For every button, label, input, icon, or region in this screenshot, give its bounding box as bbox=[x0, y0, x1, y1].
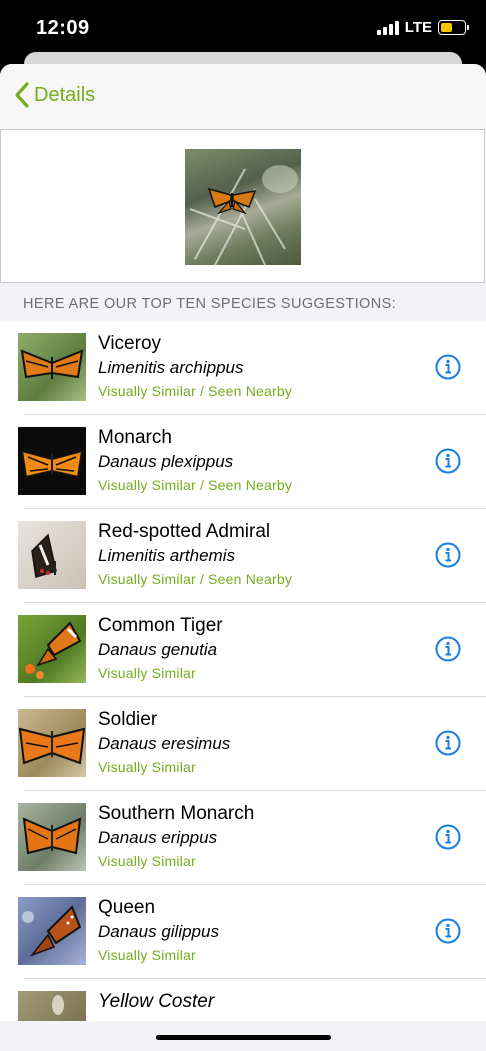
match-reason: Visually Similar bbox=[98, 665, 196, 681]
match-reason: Visually Similar bbox=[98, 947, 196, 963]
observation-photo-container bbox=[0, 129, 485, 283]
status-time: 12:09 bbox=[36, 17, 90, 39]
info-icon[interactable] bbox=[435, 354, 461, 380]
common-name: Viceroy bbox=[98, 333, 162, 354]
species-thumbnail bbox=[18, 803, 86, 871]
species-thumbnail bbox=[18, 615, 86, 683]
info-icon[interactable] bbox=[435, 542, 461, 568]
butterfly-icon bbox=[22, 905, 82, 957]
scientific-name: Danaus gilippus bbox=[98, 922, 219, 941]
network-label: LTE bbox=[404, 19, 432, 36]
section-header: HERE ARE OUR TOP TEN SPECIES SUGGESTIONS… bbox=[23, 296, 397, 312]
status-indicators: LTE bbox=[376, 19, 469, 36]
match-reason: Visually Similar / Seen Nearby bbox=[98, 571, 293, 587]
common-name: Southern Monarch bbox=[98, 803, 255, 824]
species-thumbnail bbox=[18, 521, 86, 589]
butterfly-icon bbox=[22, 817, 82, 855]
suggestion-row[interactable]: Queen Danaus gilippus Visually Similar bbox=[0, 885, 486, 979]
suggestion-row[interactable]: Viceroy Limenitis archippus Visually Sim… bbox=[0, 321, 486, 415]
species-thumbnail bbox=[18, 991, 86, 1021]
butterfly-icon bbox=[20, 349, 84, 379]
battery-icon bbox=[438, 20, 469, 35]
butterfly-icon bbox=[25, 621, 82, 679]
suggestion-row[interactable]: Common Tiger Danaus genutia Visually Sim… bbox=[0, 603, 486, 697]
species-suggestions-sheet: Details HERE ARE OUR TOP TEN SPECIES SUG… bbox=[0, 64, 486, 1051]
common-name: Common Tiger bbox=[98, 615, 223, 636]
suggestion-row[interactable]: Monarch Danaus plexippus Visually Simila… bbox=[0, 415, 486, 509]
navigation-bar: Details bbox=[0, 64, 486, 129]
suggestion-row[interactable]: Red-spotted Admiral Limenitis arthemis V… bbox=[0, 509, 486, 603]
butterfly-icon bbox=[18, 727, 86, 765]
back-label: Details bbox=[34, 83, 96, 106]
signal-icon bbox=[376, 20, 399, 35]
suggestion-row[interactable]: Yellow Coster bbox=[0, 979, 486, 1021]
home-indicator[interactable] bbox=[156, 1035, 331, 1040]
scientific-name: Danaus plexippus bbox=[98, 452, 234, 471]
common-name: Red-spotted Admiral bbox=[98, 521, 271, 542]
suggestion-row[interactable]: Soldier Danaus eresimus Visually Similar bbox=[0, 697, 486, 791]
butterfly-icon bbox=[20, 449, 84, 479]
suggestions-list: Viceroy Limenitis archippus Visually Sim… bbox=[0, 321, 486, 1021]
scientific-name: Danaus eresimus bbox=[98, 734, 231, 753]
species-thumbnail bbox=[18, 897, 86, 965]
info-icon[interactable] bbox=[435, 730, 461, 756]
common-name: Monarch bbox=[98, 427, 172, 448]
scientific-name: Limenitis archippus bbox=[98, 358, 244, 377]
butterfly-icon bbox=[31, 533, 57, 578]
butterfly-photo-icon bbox=[189, 165, 298, 265]
scientific-name: Danaus erippus bbox=[98, 828, 218, 847]
info-icon[interactable] bbox=[435, 636, 461, 662]
info-icon[interactable] bbox=[435, 824, 461, 850]
butterfly-icon bbox=[52, 995, 64, 1015]
chevron-left-icon bbox=[15, 82, 29, 108]
scientific-name: Danaus genutia bbox=[98, 640, 218, 659]
observation-photo[interactable] bbox=[185, 149, 301, 265]
match-reason: Visually Similar / Seen Nearby bbox=[98, 383, 293, 399]
suggestion-row[interactable]: Southern Monarch Danaus erippus Visually… bbox=[0, 791, 486, 885]
info-icon[interactable] bbox=[435, 918, 461, 944]
common-name: Soldier bbox=[98, 709, 158, 730]
species-thumbnail bbox=[18, 333, 86, 401]
scientific-name: Limenitis arthemis bbox=[98, 546, 235, 565]
back-button[interactable]: Details bbox=[14, 82, 95, 108]
species-thumbnail bbox=[18, 427, 86, 495]
match-reason: Visually Similar / Seen Nearby bbox=[98, 477, 293, 493]
match-reason: Visually Similar bbox=[98, 853, 196, 869]
info-icon[interactable] bbox=[435, 448, 461, 474]
common-name: Queen bbox=[98, 897, 156, 918]
match-reason: Visually Similar bbox=[98, 759, 196, 775]
species-thumbnail bbox=[18, 709, 86, 777]
common-name: Yellow Coster bbox=[98, 991, 215, 1012]
status-bar: 12:09 LTE bbox=[0, 0, 486, 52]
